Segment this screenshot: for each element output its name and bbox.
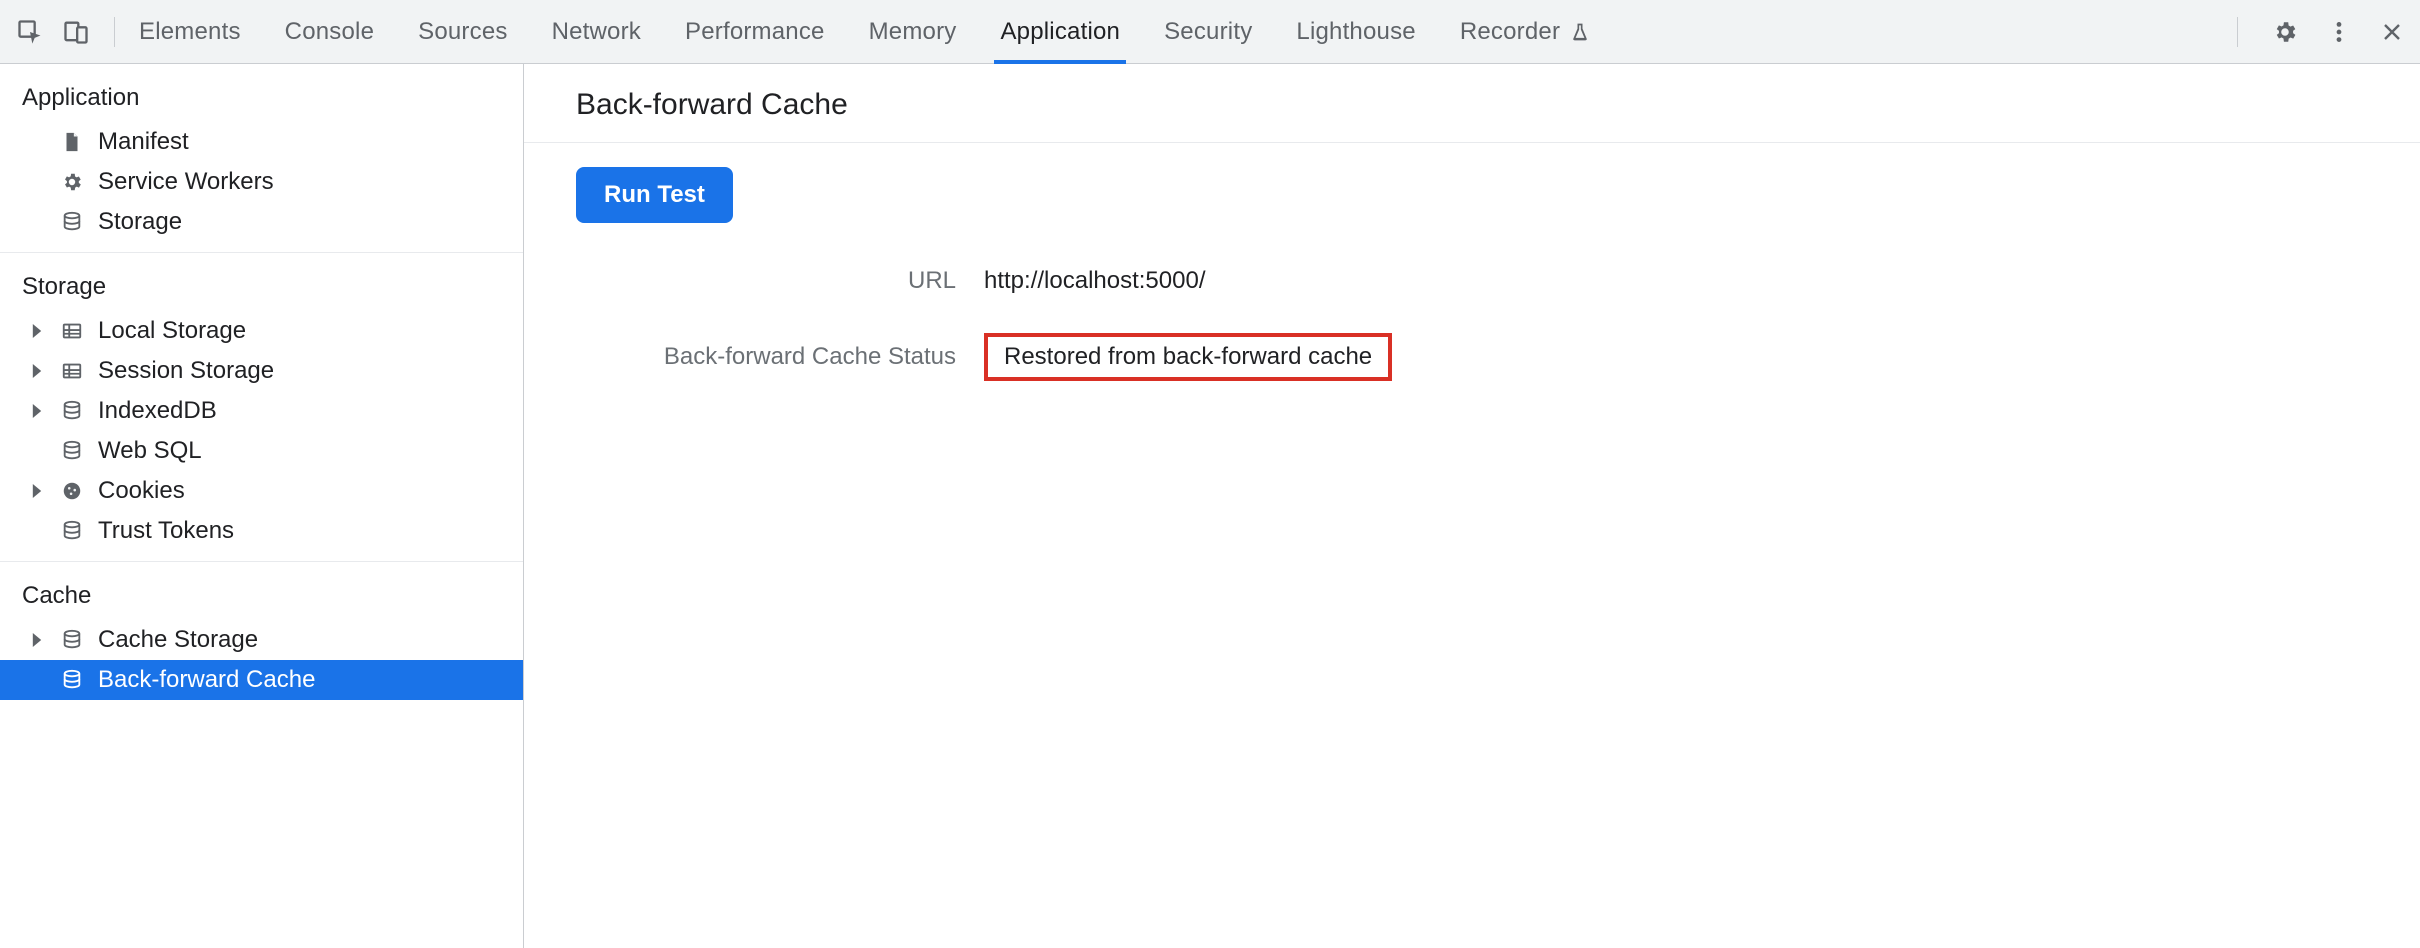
sidebar-item-label: Cache Storage xyxy=(98,626,258,654)
gear-icon xyxy=(58,171,86,193)
database-icon xyxy=(58,520,86,542)
sidebar-item-trust-tokens[interactable]: Trust Tokens xyxy=(0,511,523,551)
tab-elements[interactable]: Elements xyxy=(139,0,241,63)
status-value: Restored from back-forward cache xyxy=(984,333,2420,381)
table-icon xyxy=(58,360,86,382)
tab-lighthouse[interactable]: Lighthouse xyxy=(1296,0,1415,63)
sidebar-item-label: IndexedDB xyxy=(98,397,217,425)
devtools-toolbar: Elements Console Sources Network Perform… xyxy=(0,0,2420,64)
sidebar-item-service-workers[interactable]: Service Workers xyxy=(0,162,523,202)
tab-performance[interactable]: Performance xyxy=(685,0,825,63)
sidebar-item-label: Web SQL xyxy=(98,437,202,465)
main-header: Back-forward Cache xyxy=(524,64,2420,143)
tab-label: Memory xyxy=(869,18,957,46)
url-label: URL xyxy=(576,267,956,295)
chevron-right-icon[interactable] xyxy=(28,404,46,418)
sidebar-section-application: Application Manifest Service Workers xyxy=(0,64,523,253)
kebab-menu-icon[interactable] xyxy=(2326,19,2352,45)
tab-sources[interactable]: Sources xyxy=(418,0,507,63)
sidebar-item-cookies[interactable]: Cookies xyxy=(0,471,523,511)
tab-recorder[interactable]: Recorder xyxy=(1460,0,1590,63)
sidebar-item-label: Session Storage xyxy=(98,357,274,385)
sidebar-item-label: Storage xyxy=(98,208,182,236)
gear-icon[interactable] xyxy=(2272,19,2298,45)
close-icon[interactable] xyxy=(2380,20,2404,44)
section-title: Storage xyxy=(0,267,523,311)
tab-memory[interactable]: Memory xyxy=(869,0,957,63)
sidebar-item-bf-cache[interactable]: Back-forward Cache xyxy=(0,660,523,700)
status-highlight-box: Restored from back-forward cache xyxy=(984,333,1392,381)
sidebar-item-app-storage[interactable]: Storage xyxy=(0,202,523,242)
sidebar-item-label: Manifest xyxy=(98,128,189,156)
tab-console[interactable]: Console xyxy=(285,0,374,63)
application-sidebar: Application Manifest Service Workers xyxy=(0,64,524,948)
url-value: http://localhost:5000/ xyxy=(984,267,2420,295)
tab-label: Console xyxy=(285,18,374,46)
tab-label: Application xyxy=(1000,18,1120,46)
table-icon xyxy=(58,320,86,342)
database-icon xyxy=(58,629,86,651)
sidebar-item-local-storage[interactable]: Local Storage xyxy=(0,311,523,351)
status-label: Back-forward Cache Status xyxy=(576,343,956,371)
sidebar-item-web-sql[interactable]: Web SQL xyxy=(0,431,523,471)
run-test-button[interactable]: Run Test xyxy=(576,167,733,223)
chevron-right-icon[interactable] xyxy=(28,633,46,647)
database-icon xyxy=(58,400,86,422)
database-icon xyxy=(58,211,86,233)
tab-network[interactable]: Network xyxy=(552,0,641,63)
sidebar-item-session-storage[interactable]: Session Storage xyxy=(0,351,523,391)
chevron-right-icon[interactable] xyxy=(28,364,46,378)
sidebar-item-manifest[interactable]: Manifest xyxy=(0,122,523,162)
page-title: Back-forward Cache xyxy=(576,88,2420,122)
sidebar-section-cache: Cache Cache Storage Back-forward Cache xyxy=(0,562,523,710)
cookie-icon xyxy=(58,480,86,502)
tab-application[interactable]: Application xyxy=(1000,0,1120,63)
toolbar-divider xyxy=(2237,17,2238,47)
sidebar-item-indexeddb[interactable]: IndexedDB xyxy=(0,391,523,431)
sidebar-item-label: Service Workers xyxy=(98,168,274,196)
sidebar-item-label: Cookies xyxy=(98,477,185,505)
file-icon xyxy=(58,131,86,153)
inspect-element-icon[interactable] xyxy=(16,18,44,46)
sidebar-item-label: Local Storage xyxy=(98,317,246,345)
database-icon xyxy=(58,669,86,691)
tab-label: Performance xyxy=(685,18,825,46)
main-body: Run Test URL http://localhost:5000/ Back… xyxy=(524,143,2420,381)
database-icon xyxy=(58,440,86,462)
tab-label: Security xyxy=(1164,18,1252,46)
section-title: Application xyxy=(0,78,523,122)
sidebar-item-label: Back-forward Cache xyxy=(98,666,315,694)
chevron-right-icon[interactable] xyxy=(28,324,46,338)
tab-label: Elements xyxy=(139,18,241,46)
tab-security[interactable]: Security xyxy=(1164,0,1252,63)
tab-label: Recorder xyxy=(1460,18,1560,46)
sidebar-section-storage: Storage Local Storage Session Storage xyxy=(0,253,523,562)
flask-icon xyxy=(1570,22,1590,42)
device-toggle-icon[interactable] xyxy=(62,18,90,46)
main-panel: Back-forward Cache Run Test URL http://l… xyxy=(524,64,2420,948)
sidebar-item-label: Trust Tokens xyxy=(98,517,234,545)
tab-label: Lighthouse xyxy=(1296,18,1415,46)
toolbar-divider xyxy=(114,17,115,47)
tab-label: Sources xyxy=(418,18,507,46)
devtools-tabs: Elements Console Sources Network Perform… xyxy=(131,0,1598,63)
status-grid: URL http://localhost:5000/ Back-forward … xyxy=(576,267,2420,381)
section-title: Cache xyxy=(0,576,523,620)
chevron-right-icon[interactable] xyxy=(28,484,46,498)
sidebar-item-cache-storage[interactable]: Cache Storage xyxy=(0,620,523,660)
tab-label: Network xyxy=(552,18,641,46)
